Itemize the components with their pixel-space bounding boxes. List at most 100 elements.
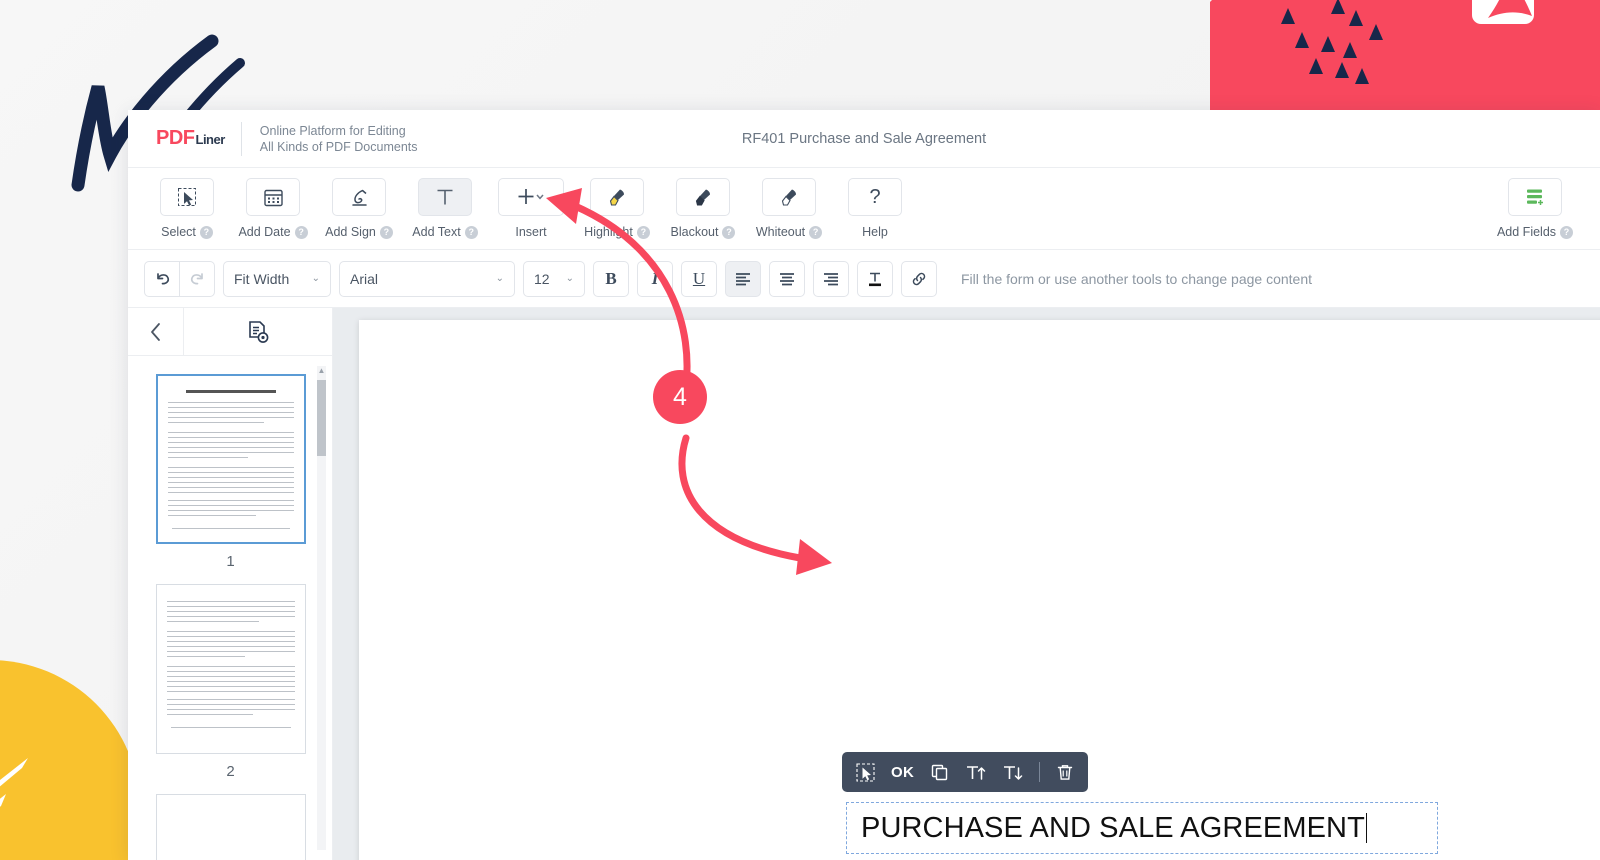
font-family-value: Arial [350,270,379,287]
text-t-icon [437,189,453,205]
tool-add-text-box[interactable] [418,178,472,216]
document-viewport[interactable]: OK PURCHASE AND SALE AGREEMENT [333,308,1600,860]
decrease-font-button[interactable] [1002,763,1023,782]
tool-whiteout-box[interactable] [762,178,816,216]
tool-add-date[interactable]: Add Date? [230,178,316,239]
page-thumbnail-3[interactable] [155,794,306,860]
align-center-icon [780,272,794,285]
tool-add-date-box[interactable] [246,178,300,216]
bold-button[interactable]: B [593,260,629,297]
tool-help-box[interactable]: ? [848,178,902,216]
align-center-button[interactable] [769,260,805,297]
tool-insert[interactable]: Insert [488,178,574,239]
italic-label: I [651,268,659,288]
tool-select-box[interactable] [160,178,214,216]
align-right-icon [824,272,838,285]
blackout-brush-icon [695,189,710,206]
ok-button[interactable]: OK [891,764,914,781]
thumbnails-scrollbar[interactable]: ▲ [317,366,326,850]
callout-step-number: 4 [673,382,687,411]
signature-pen-icon [351,189,367,206]
align-left-button[interactable] [725,260,761,297]
highlight-brush-icon [609,189,624,206]
text-color-icon [869,272,881,286]
text-annotation-toolbar[interactable]: OK [842,752,1089,792]
scrollbar-thumb[interactable] [317,380,326,456]
zoom-select[interactable]: Fit Width ⌄ [223,260,331,297]
tool-highlight-box[interactable] [590,178,644,216]
help-icon[interactable]: ? [294,225,308,239]
undo-icon [156,273,169,285]
pdf-page[interactable]: OK PURCHASE AND SALE AGREEMENT [359,320,1600,860]
underline-label: U [692,268,706,288]
page-thumbnails-list[interactable]: 1 2 ▲ [128,356,332,860]
copy-icon [931,764,948,780]
brand-logo[interactable]: PDF Liner Online Platform for Editing All… [128,121,418,156]
thumbnail-number: 1 [226,553,235,570]
scroll-up-arrow-icon[interactable]: ▲ [317,366,326,375]
page-thumbnail-2[interactable] [155,584,306,754]
tool-help[interactable]: ? Help [832,178,918,239]
tool-add-sign-box[interactable] [332,178,386,216]
bold-label: B [605,268,617,288]
tool-help-label: Help [862,225,888,239]
calendar-icon [263,189,283,206]
tool-select-label: Select [161,225,196,239]
document-settings-icon [249,320,269,343]
move-annotation-button[interactable] [856,762,875,782]
tool-insert-box[interactable] [498,178,564,216]
duplicate-button[interactable] [930,763,949,782]
thumbnail-item[interactable]: 1 [128,374,332,570]
tool-add-date-label: Add Date [238,225,291,239]
format-hint-text: Fill the form or use another tools to ch… [961,270,1312,287]
chevron-down-icon: ⌄ [565,273,574,284]
increase-font-button[interactable] [965,763,986,782]
font-size-select[interactable]: 12 ⌄ [523,260,585,297]
font-family-select[interactable]: Arial ⌄ [339,260,515,297]
logo-liner-text: Liner [195,132,226,147]
red-blob-decoration [1210,0,1600,115]
ok-label: OK [891,763,915,781]
tool-add-fields[interactable]: Add Fields? [1492,178,1578,239]
tool-blackout[interactable]: Blackout? [660,178,746,239]
text-color-button[interactable] [857,260,893,297]
tool-add-fields-box[interactable] [1508,178,1562,216]
trash-icon [1057,764,1073,780]
help-icon[interactable]: ? [379,225,393,239]
tool-highlight[interactable]: Highlight? [574,178,660,239]
tool-add-sign[interactable]: Add Sign? [316,178,402,239]
undo-button[interactable] [144,260,180,297]
app-body: 1 2 ▲ OK PURCHASE AND SALE AGREEMENT [128,308,1600,860]
thumbnail-item[interactable] [128,794,332,860]
brand-tagline-line1: Online Platform for Editing [259,123,406,138]
tool-insert-label: Insert [515,225,547,239]
cursor-select-icon [178,188,196,206]
tool-add-text[interactable]: Add Text? [402,178,488,239]
pdf-file-icon [1472,0,1534,24]
main-toolbar: Select? Add Date? Add Sign ? Add Text ? … [128,168,1600,250]
text-annotation-value[interactable]: PURCHASE AND SALE AGREEMENT [861,812,1365,845]
align-right-button[interactable] [813,260,849,297]
help-icon[interactable]: ? [464,225,478,239]
underline-button[interactable]: U [681,260,717,297]
tool-whiteout[interactable]: Whiteout? [746,178,832,239]
help-icon[interactable]: ? [1560,225,1574,239]
tool-select[interactable]: Select? [144,178,230,239]
decrease-text-size-icon [1004,765,1023,780]
delete-annotation-button[interactable] [1056,763,1074,782]
text-annotation-box[interactable]: PURCHASE AND SALE AGREEMENT [846,802,1438,854]
help-icon[interactable]: ? [809,225,823,239]
tool-add-fields-label: Add Fields [1496,225,1557,239]
tool-blackout-box[interactable] [676,178,730,216]
italic-button[interactable]: I [637,260,673,297]
page-settings-button[interactable] [184,308,332,355]
thumbnail-item[interactable]: 2 [128,584,332,780]
link-button[interactable] [901,260,937,297]
help-icon[interactable]: ? [199,225,213,239]
help-icon[interactable]: ? [636,225,650,239]
page-thumbnail-1[interactable] [155,374,306,544]
logo-pdf-text: PDF [156,127,195,149]
sidebar-collapse-button[interactable] [128,308,184,355]
help-icon[interactable]: ? [722,225,736,239]
redo-button[interactable] [179,260,215,297]
